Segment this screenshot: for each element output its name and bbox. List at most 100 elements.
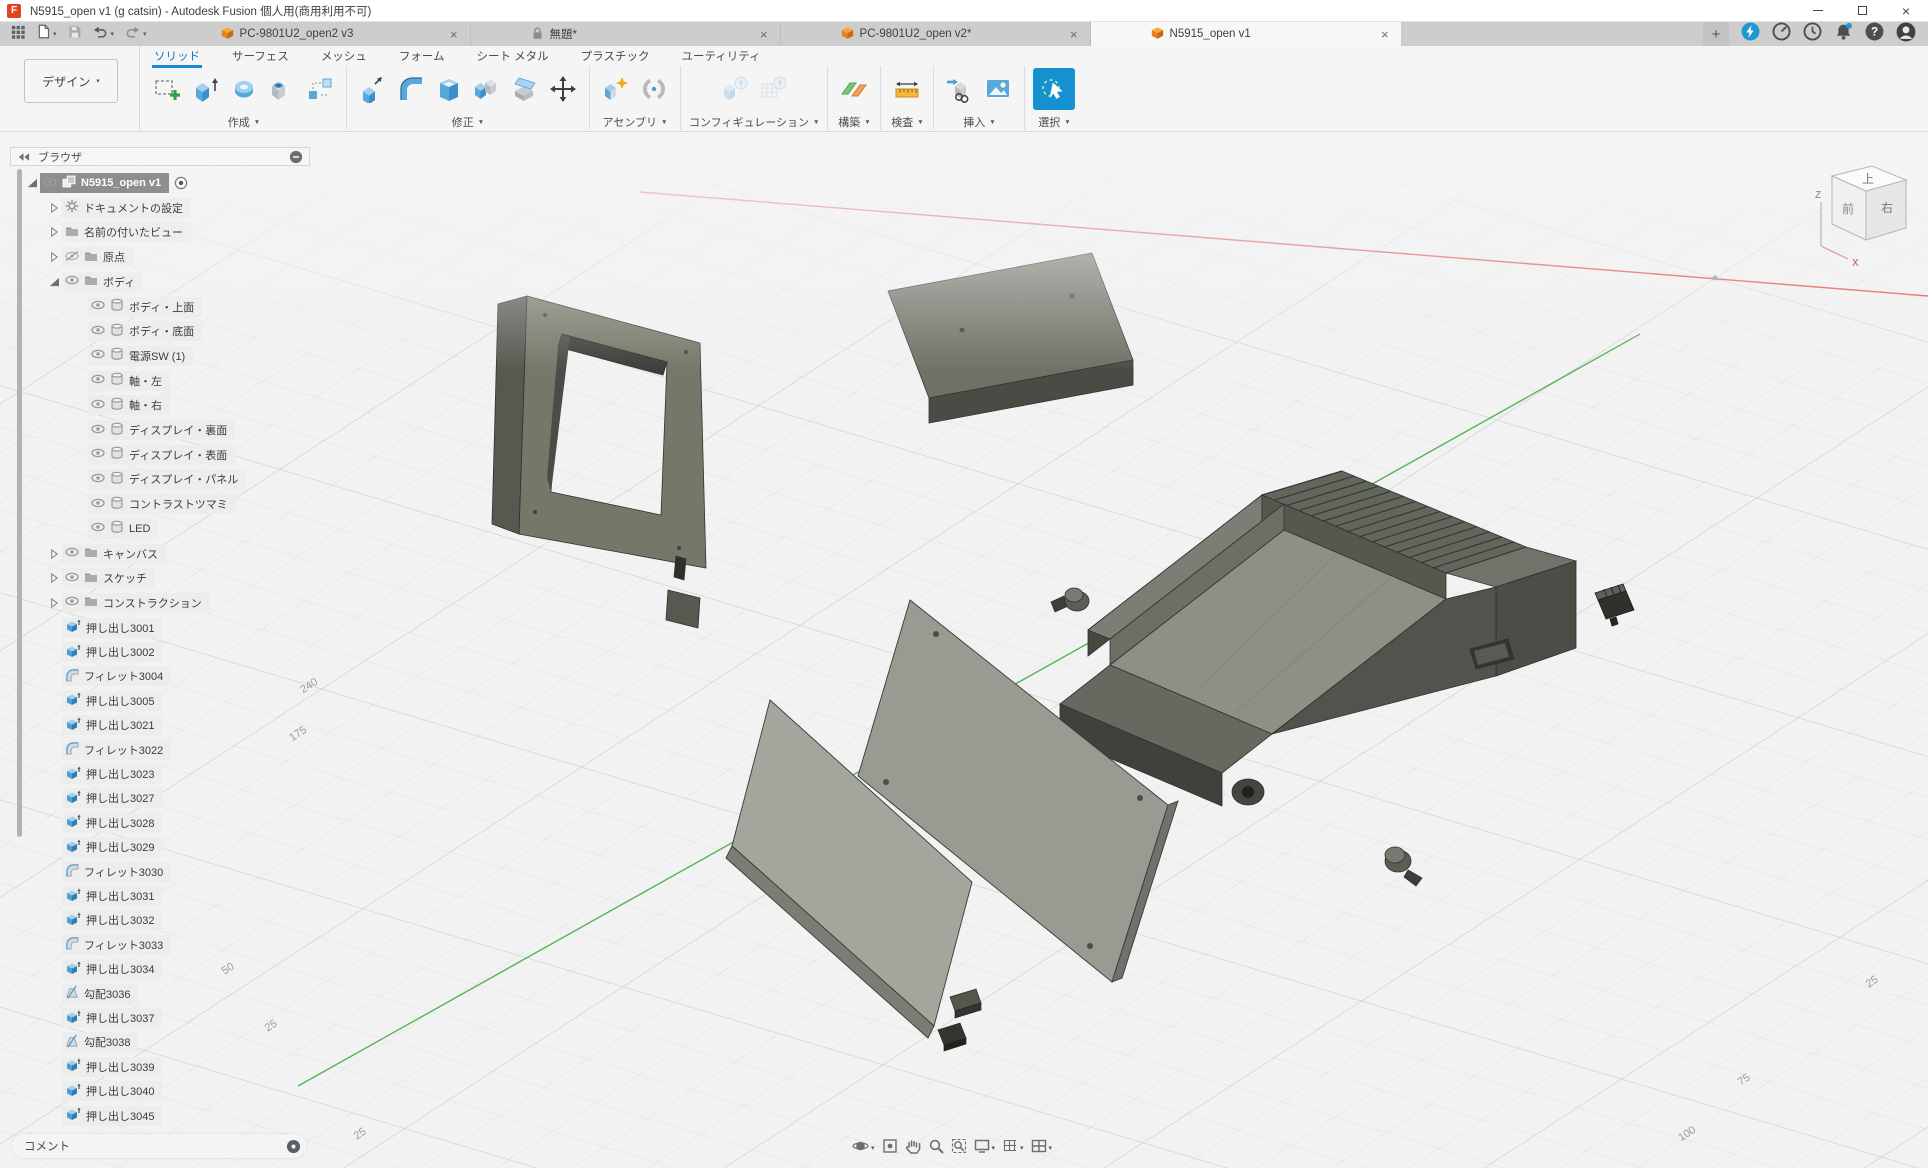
avatar[interactable] <box>1896 22 1916 47</box>
viewport-3d-scene[interactable] <box>0 132 1928 1168</box>
activate-component-radio[interactable] <box>174 176 188 190</box>
undo-button[interactable]: ▾ <box>92 24 115 44</box>
document-tab[interactable]: N5915_open v1× <box>1091 22 1401 46</box>
help-icon[interactable]: ? <box>1865 22 1884 46</box>
app-grid-button[interactable] <box>10 24 26 45</box>
joint-icon[interactable] <box>636 68 672 110</box>
visibility-icon[interactable] <box>91 325 105 338</box>
browser-scrollbar[interactable] <box>17 169 22 837</box>
visibility-icon[interactable] <box>91 349 105 362</box>
browser-body-row[interactable]: LED <box>88 518 158 540</box>
split-body-icon[interactable] <box>507 68 543 110</box>
measure-icon[interactable] <box>889 68 925 110</box>
press-pull-icon[interactable] <box>355 68 391 110</box>
feature-row-draft[interactable]: 勾配3038 <box>62 1031 138 1053</box>
visibility-icon[interactable] <box>91 424 105 437</box>
feature-row-extrude[interactable]: 押し出し3028 <box>62 812 162 834</box>
collapse-panel-icon[interactable] <box>17 151 30 163</box>
browser-header[interactable]: ブラウザ <box>10 147 310 166</box>
maximize-button[interactable] <box>1840 0 1884 22</box>
insert-mesh-icon[interactable] <box>942 68 978 110</box>
feature-row-extrude[interactable]: 押し出し3029 <box>62 836 162 858</box>
visibility-off-icon[interactable] <box>65 251 79 264</box>
feature-row-fillet[interactable]: フィレット3030 <box>62 861 171 883</box>
history-icon[interactable] <box>1803 22 1822 46</box>
fillet-icon[interactable] <box>393 68 429 110</box>
create-sketch-icon[interactable] <box>150 68 186 110</box>
expander-expanded-icon[interactable] <box>24 177 38 189</box>
close-button[interactable]: × <box>1884 0 1928 22</box>
browser-body-row[interactable]: 軸・左 <box>88 370 170 392</box>
view-cube[interactable]: 上 前 右 Z X <box>1812 150 1924 272</box>
revolve-icon[interactable] <box>226 68 262 110</box>
ribbon-group-label[interactable]: 選択▼ <box>1038 112 1070 130</box>
ribbon-tab-7[interactable]: ユーティリティ <box>679 46 762 67</box>
select-icon[interactable] <box>1033 68 1075 110</box>
comment-bar[interactable]: コメント <box>12 1134 307 1158</box>
shell-icon[interactable] <box>431 68 467 110</box>
feature-row-extrude[interactable]: 押し出し3023 <box>62 763 162 785</box>
expander-collapsed-icon[interactable] <box>46 548 60 560</box>
expander-collapsed-icon[interactable] <box>46 572 60 584</box>
feature-row-extrude[interactable]: 押し出し3034 <box>62 958 162 980</box>
ribbon-group-label[interactable]: 挿入▼ <box>963 112 995 130</box>
visibility-icon[interactable] <box>91 399 105 412</box>
browser-section-1[interactable]: ドキュメントの設定 <box>46 197 191 219</box>
insert-image-icon[interactable] <box>980 68 1016 110</box>
visibility-icon[interactable] <box>91 498 105 511</box>
document-tab[interactable]: PC-9801U2_open v2*× <box>781 22 1091 46</box>
configuration-icon[interactable] <box>717 68 753 110</box>
ribbon-tab-3[interactable]: メッシュ <box>319 46 369 67</box>
visibility-icon[interactable] <box>91 473 105 486</box>
expander-collapsed-icon[interactable] <box>46 226 60 238</box>
comment-post-icon[interactable] <box>286 1139 301 1154</box>
hole-icon[interactable] <box>264 68 300 110</box>
visibility-icon[interactable] <box>65 572 79 585</box>
extrude-icon[interactable] <box>188 68 224 110</box>
combine-icon[interactable] <box>469 68 505 110</box>
ribbon-tab-6[interactable]: プラスチック <box>579 46 652 67</box>
ribbon-tab-1[interactable]: ソリッド <box>152 46 202 67</box>
browser-folder-row[interactable]: コンストラクション <box>46 592 210 614</box>
config-table-icon[interactable] <box>755 68 791 110</box>
expander-expanded-icon[interactable] <box>46 276 60 288</box>
browser-section-4[interactable]: ボディ <box>46 271 143 293</box>
browser-body-row[interactable]: 電源SW (1) <box>88 345 193 367</box>
zoom-button[interactable] <box>928 1138 944 1159</box>
notifications-icon[interactable] <box>1834 22 1853 46</box>
expander-collapsed-icon[interactable] <box>46 202 60 214</box>
browser-folder-row[interactable]: スケッチ <box>46 567 155 589</box>
viewport-canvas[interactable]: 2401755025252575100 <box>0 132 1928 1168</box>
panel-minimize-icon[interactable] <box>289 150 303 164</box>
browser-body-row[interactable]: コントラストツマミ <box>88 493 236 515</box>
feature-row-extrude[interactable]: 押し出し3037 <box>62 1007 162 1029</box>
visibility-icon[interactable] <box>65 275 79 288</box>
redo-button[interactable]: ▾ <box>124 24 147 44</box>
look-at-button[interactable] <box>882 1138 898 1159</box>
job-status-icon[interactable] <box>1772 22 1791 46</box>
visibility-icon[interactable] <box>91 448 105 461</box>
expander-collapsed-icon[interactable] <box>46 597 60 609</box>
ribbon-tab-2[interactable]: サーフェス <box>230 46 291 67</box>
tab-close-icon[interactable]: × <box>1377 27 1393 42</box>
tab-close-icon[interactable]: × <box>446 27 462 42</box>
visibility-icon[interactable] <box>91 374 105 387</box>
feature-row-extrude[interactable]: 押し出し3045 <box>62 1105 162 1127</box>
fit-button[interactable] <box>951 1138 967 1159</box>
visibility-icon[interactable] <box>43 177 57 190</box>
tab-close-icon[interactable]: × <box>1066 27 1082 42</box>
feature-row-fillet[interactable]: フィレット3033 <box>62 934 171 956</box>
visibility-icon[interactable] <box>65 596 79 609</box>
feature-row-extrude[interactable]: 押し出し3040 <box>62 1080 162 1102</box>
grid-settings-button[interactable]: ▾ <box>1002 1138 1024 1159</box>
feature-row-extrude[interactable]: 押し出し3021 <box>62 714 162 736</box>
browser-folder-row[interactable]: キャンバス <box>46 543 166 565</box>
minimize-button[interactable] <box>1796 0 1840 22</box>
move-icon[interactable] <box>545 68 581 110</box>
browser-body-row[interactable]: ボディ・上面 <box>88 296 202 318</box>
ribbon-tab-4[interactable]: フォーム <box>397 46 447 67</box>
browser-body-row[interactable]: 軸・右 <box>88 394 170 416</box>
new-tab-button[interactable]: + <box>1703 22 1729 46</box>
visibility-icon[interactable] <box>65 547 79 560</box>
feature-row-extrude[interactable]: 押し出し3001 <box>62 617 162 639</box>
